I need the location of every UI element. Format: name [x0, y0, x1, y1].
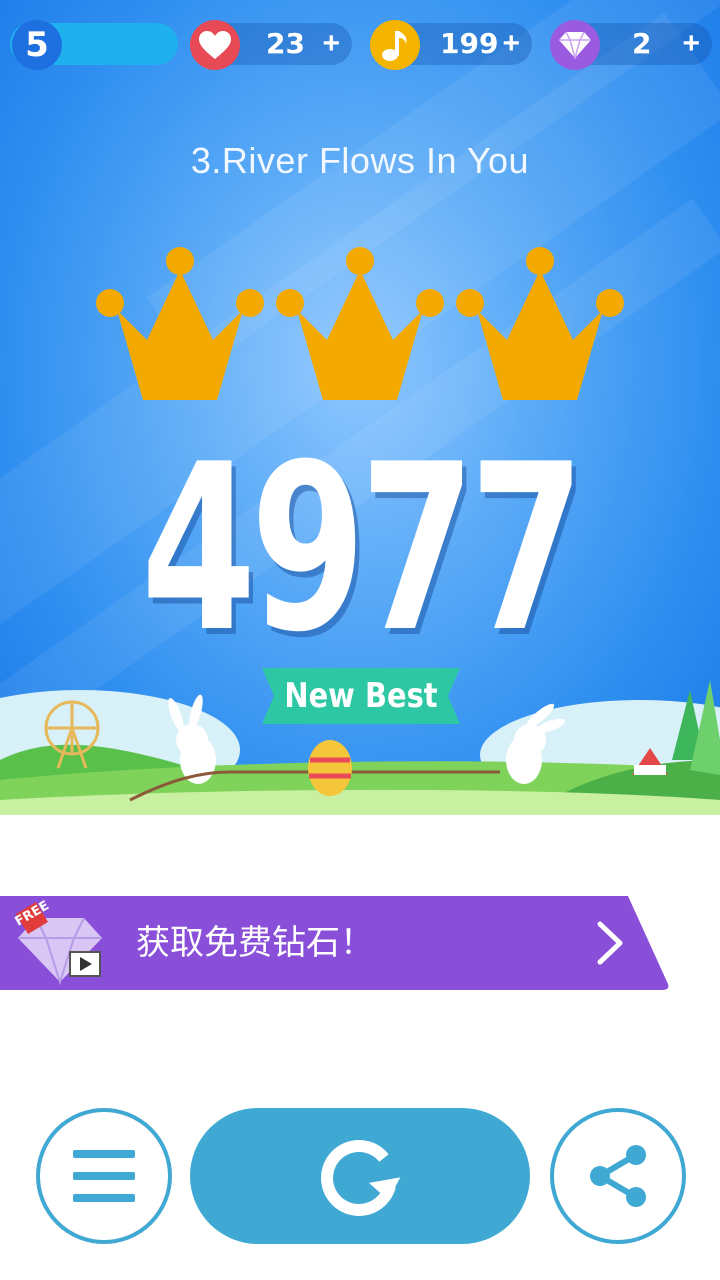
- result-hero: 5 23 + 199 + 2 + 3.River Flows In You 49…: [0, 0, 720, 815]
- score: 4977: [141, 416, 585, 683]
- notes-value: 199: [440, 27, 499, 60]
- lives-value: 23: [266, 27, 305, 60]
- share-icon: [590, 1145, 646, 1207]
- crown-icon-3: [456, 247, 624, 400]
- crown-icon-1: [96, 247, 264, 400]
- chevron-right-icon[interactable]: [596, 920, 626, 966]
- heart-icon: [190, 20, 240, 70]
- share-button[interactable]: [550, 1108, 686, 1244]
- new-best-label: New Best: [284, 676, 438, 716]
- music-note-icon: [370, 20, 420, 70]
- new-best-badge: New Best: [262, 664, 460, 728]
- retry-button[interactable]: [190, 1108, 530, 1244]
- level-value: 5: [25, 25, 49, 65]
- diamonds-value: 2: [632, 27, 652, 60]
- song-title: 3.River Flows In You: [190, 140, 530, 181]
- crown-icon-2: [276, 247, 444, 400]
- add-lives-button[interactable]: +: [322, 23, 340, 65]
- diamond-icon: [550, 20, 600, 70]
- status-bar: 5 23 + 199 + 2 +: [10, 20, 714, 72]
- free-diamonds-label[interactable]: 获取免费钻石！: [136, 896, 374, 990]
- retry-icon: [321, 1140, 401, 1216]
- add-notes-button[interactable]: +: [502, 23, 520, 65]
- level-badge: 5: [12, 20, 62, 70]
- crown-rating: [95, 245, 625, 405]
- menu-icon: [73, 1150, 135, 1202]
- add-diamonds-button[interactable]: +: [682, 23, 700, 65]
- menu-button[interactable]: [36, 1108, 172, 1244]
